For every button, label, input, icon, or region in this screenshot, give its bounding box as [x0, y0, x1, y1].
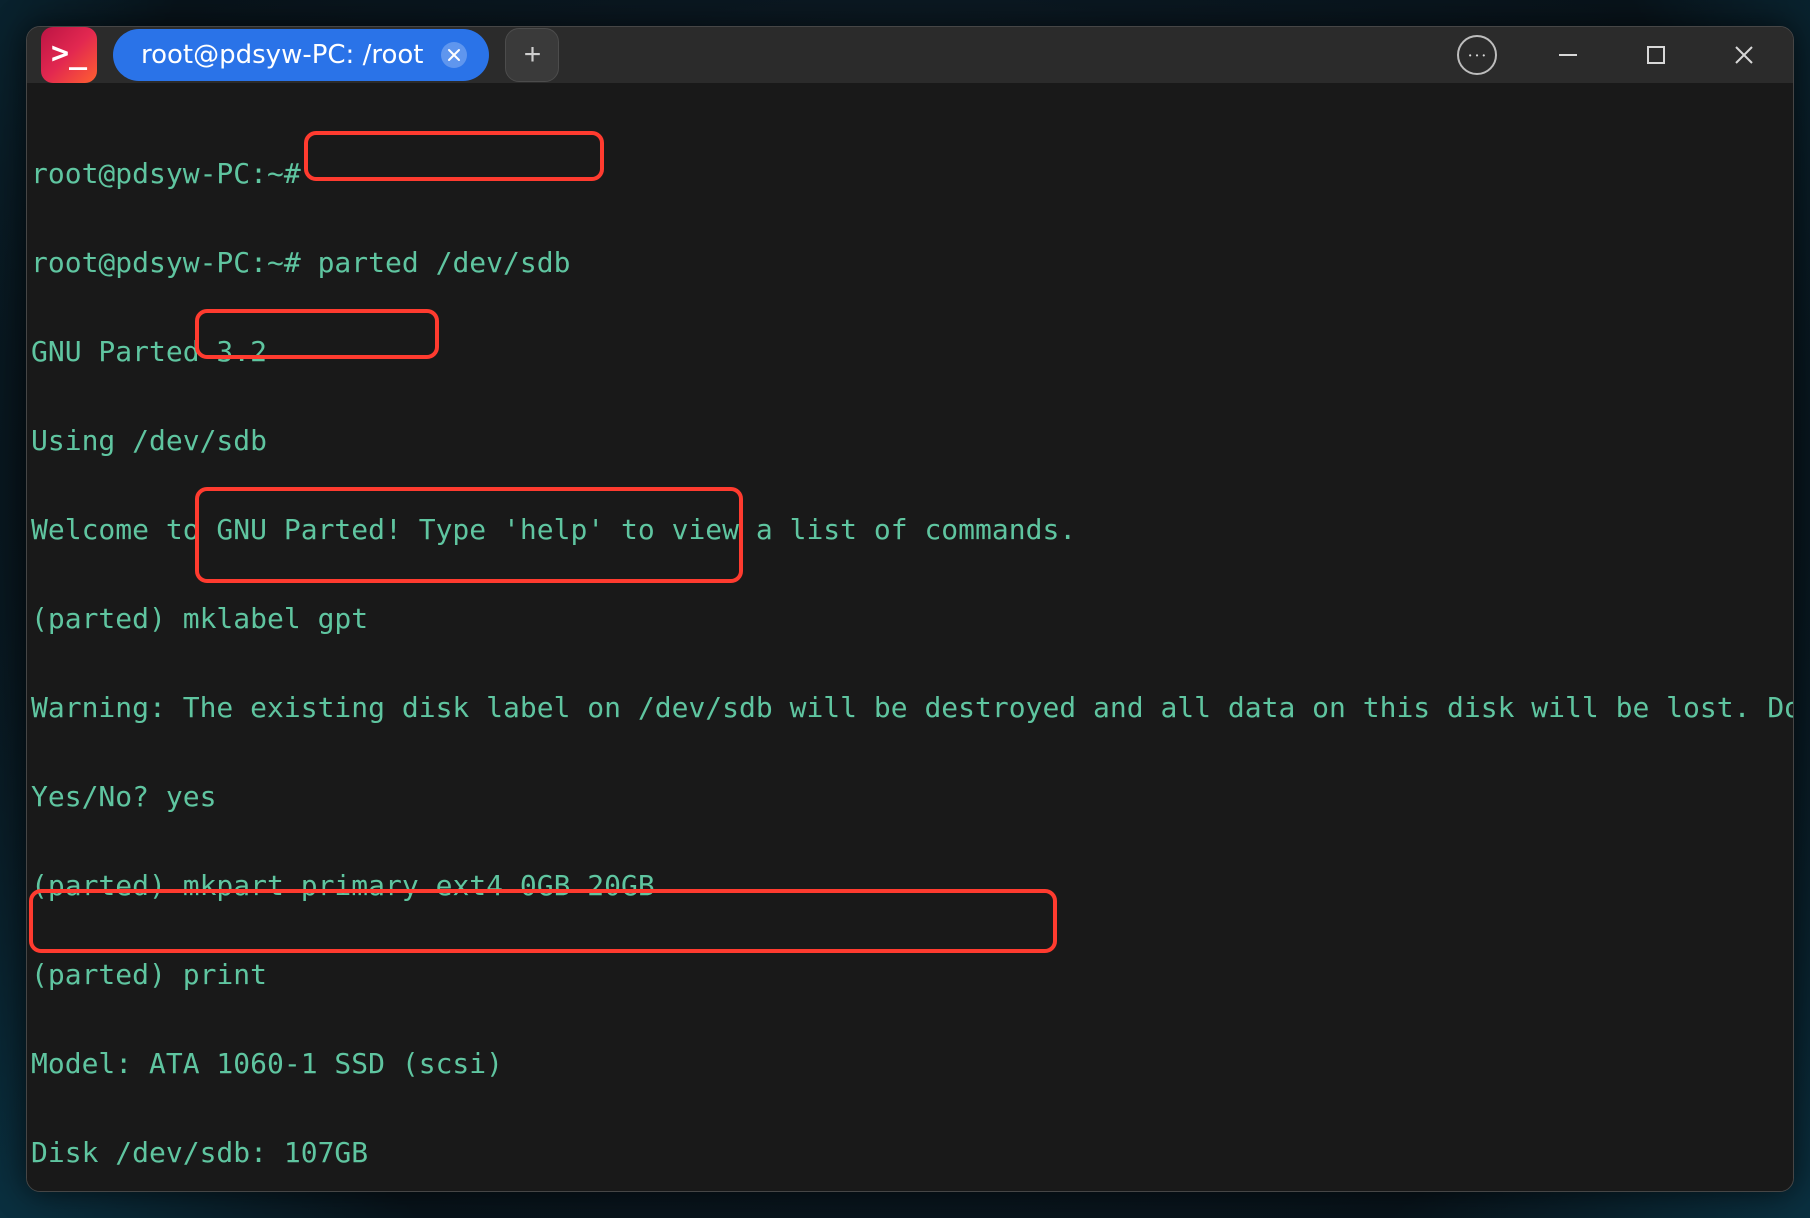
ellipsis-icon: •••: [1465, 51, 1489, 60]
cmd-parted: parted /dev/sdb: [318, 246, 571, 279]
cmd-print: print: [183, 958, 267, 991]
minimize-button[interactable]: [1551, 38, 1585, 72]
shell-prompt: root@pdsyw-PC:~#: [31, 246, 301, 279]
parted-prompt: (parted): [31, 602, 166, 635]
titlebar: >_ root@pdsyw-PC: /root + •••: [27, 27, 1793, 83]
cmd-mkpart: mkpart primary ext4 0GB 20GB: [183, 869, 655, 902]
shell-prompt: root@pdsyw-PC:~#: [31, 157, 301, 190]
maximize-button[interactable]: [1639, 38, 1673, 72]
output-line: Warning: The existing disk label on /dev…: [31, 686, 1789, 731]
tab-close-icon[interactable]: [441, 42, 467, 68]
parted-prompt: (parted): [31, 958, 166, 991]
output-line: Model: ATA 1060-1 SSD (scsi): [31, 1042, 1789, 1087]
terminal-window: >_ root@pdsyw-PC: /root + ••• root@pdsyw…: [26, 26, 1794, 1192]
tab-title: root@pdsyw-PC: /root: [141, 40, 423, 70]
parted-prompt: (parted): [31, 869, 166, 902]
output-line: GNU Parted 3.2: [31, 330, 1789, 375]
active-tab[interactable]: root@pdsyw-PC: /root: [113, 29, 489, 81]
cmd-mklabel: mklabel gpt: [183, 602, 368, 635]
output-line: Using /dev/sdb: [31, 419, 1789, 464]
terminal-output[interactable]: root@pdsyw-PC:~# root@pdsyw-PC:~# parted…: [27, 83, 1793, 1192]
menu-button[interactable]: •••: [1457, 35, 1497, 75]
yesno-prompt: Yes/No?: [31, 780, 149, 813]
app-icon[interactable]: >_: [41, 27, 97, 83]
new-tab-button[interactable]: +: [505, 28, 559, 82]
app-icon-glyph: >_: [51, 36, 87, 71]
plus-icon: +: [524, 38, 542, 72]
output-line: Disk /dev/sdb: 107GB: [31, 1131, 1789, 1176]
window-controls: •••: [1457, 35, 1779, 75]
yesno-answer: yes: [166, 780, 217, 813]
output-line: Welcome to GNU Parted! Type 'help' to vi…: [31, 508, 1789, 553]
close-button[interactable]: [1727, 38, 1761, 72]
